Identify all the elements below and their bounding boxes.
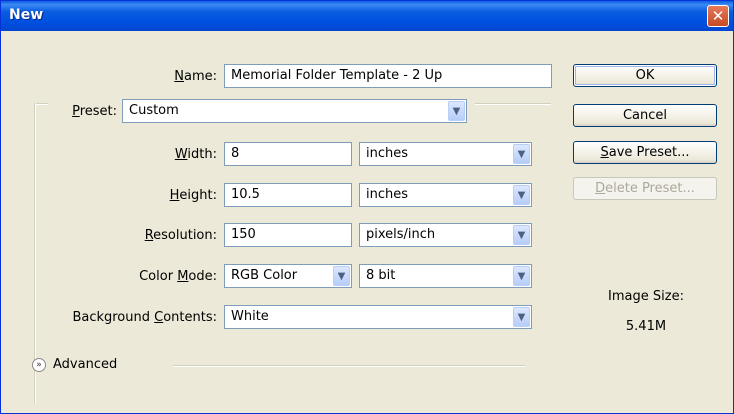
- background-contents-dropdown[interactable]: White ▼: [224, 305, 532, 329]
- resolution-label: Resolution:: [101, 228, 217, 244]
- resolution-label-rest: esolution:: [153, 228, 217, 243]
- save-preset-button[interactable]: Save Preset...: [573, 141, 717, 164]
- preset-label: Preset:: [61, 104, 117, 120]
- chevron-down-icon[interactable]: ▼: [513, 225, 530, 245]
- delete-preset-rest: elete Preset...: [605, 181, 695, 196]
- chevron-down-icon[interactable]: ▼: [333, 266, 350, 286]
- color-mode-label-a: Color: [139, 269, 178, 284]
- ok-button[interactable]: OK: [573, 64, 717, 87]
- height-label: Height:: [101, 188, 217, 204]
- image-size-label: Image Size:: [608, 289, 684, 304]
- chevron-down-icon[interactable]: ▼: [513, 185, 530, 205]
- preset-label-rest: reset:: [79, 104, 117, 119]
- width-label-mnemonic: W: [174, 147, 188, 162]
- width-input[interactable]: 8: [224, 142, 352, 166]
- color-mode-value: RGB Color: [231, 268, 298, 283]
- color-mode-label-rest: ode:: [188, 269, 217, 284]
- chevron-down-icon[interactable]: ▼: [513, 307, 530, 327]
- resolution-unit-dropdown[interactable]: pixels/inch ▼: [359, 223, 532, 247]
- background-label-mnemonic: C: [154, 310, 164, 325]
- color-mode-label: Color Mode:: [101, 269, 217, 285]
- bit-depth-value: 8 bit: [366, 268, 396, 283]
- height-unit-value: inches: [366, 187, 409, 202]
- name-label-mnemonic: N: [174, 69, 184, 84]
- width-unit-dropdown[interactable]: inches ▼: [359, 142, 532, 166]
- preset-group-line-right: [475, 103, 551, 105]
- resolution-label-mnemonic: R: [144, 228, 154, 243]
- height-unit-dropdown[interactable]: inches ▼: [359, 183, 532, 207]
- resolution-unit-value: pixels/inch: [366, 227, 436, 242]
- color-mode-dropdown[interactable]: RGB Color ▼: [224, 264, 352, 288]
- dialog-title: New: [9, 7, 44, 23]
- save-preset-rest: ave Preset...: [608, 145, 690, 160]
- bit-depth-dropdown[interactable]: 8 bit ▼: [359, 264, 532, 288]
- preset-label-mnemonic: P: [72, 104, 80, 119]
- background-value: White: [231, 309, 269, 324]
- advanced-toggle-icon[interactable]: »: [32, 358, 46, 372]
- preset-dropdown[interactable]: Custom ▼: [122, 99, 467, 123]
- width-label: Width:: [101, 147, 217, 163]
- close-icon: ✕: [711, 7, 725, 25]
- image-size-value: 5.41M: [625, 319, 667, 334]
- advanced-separator: [173, 365, 525, 367]
- resolution-input[interactable]: 150: [224, 223, 352, 247]
- delete-preset-mnemonic: D: [595, 181, 606, 196]
- advanced-label[interactable]: Advanced: [53, 357, 117, 373]
- height-input[interactable]: 10.5: [224, 183, 352, 207]
- chevron-down-icon[interactable]: ▼: [513, 266, 530, 286]
- height-label-rest: eight:: [179, 188, 217, 203]
- color-mode-label-mnemonic: M: [177, 269, 189, 284]
- height-label-mnemonic: H: [169, 188, 180, 203]
- background-label-rest: ontents:: [163, 310, 217, 325]
- close-button[interactable]: ✕: [707, 5, 729, 27]
- cancel-button[interactable]: Cancel: [573, 104, 717, 127]
- chevron-down-icon[interactable]: ▼: [448, 101, 465, 121]
- name-input[interactable]: Memorial Folder Template - 2 Up: [224, 64, 552, 88]
- background-label-a: Background: [72, 310, 155, 325]
- preset-group-line-left: [34, 103, 48, 105]
- background-contents-label: Background Contents:: [41, 310, 217, 326]
- title-bar[interactable]: New ✕: [1, 1, 733, 31]
- name-label-rest: ame:: [183, 69, 217, 84]
- width-label-rest: idth:: [187, 147, 217, 162]
- chevron-down-icon[interactable]: ▼: [513, 144, 530, 164]
- width-unit-value: inches: [366, 146, 409, 161]
- delete-preset-button[interactable]: Delete Preset...: [573, 177, 717, 200]
- preset-value: Custom: [129, 103, 179, 118]
- name-label: Name:: [101, 69, 217, 85]
- new-dialog: New ✕ Name: Memorial Folder Template - 2…: [0, 0, 734, 414]
- save-preset-mnemonic: S: [600, 145, 609, 160]
